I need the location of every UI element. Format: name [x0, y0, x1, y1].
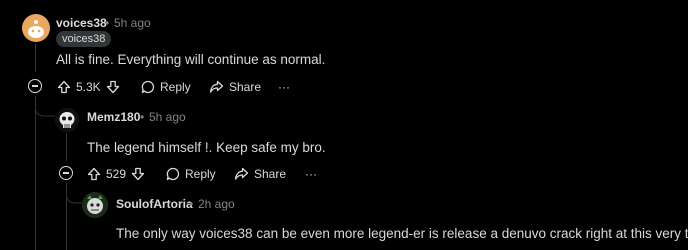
comment-timestamp[interactable]: 5h ago: [114, 16, 151, 30]
share-arrow-icon: [209, 80, 224, 94]
comment-bubble-icon: [166, 167, 180, 181]
comment-timestamp[interactable]: 5h ago: [149, 110, 186, 124]
avatar[interactable]: [82, 192, 108, 218]
reply-button[interactable]: Reply: [166, 164, 216, 184]
thread-line-2: [66, 133, 67, 161]
comment-body: The only way voices38 can be even more l…: [116, 226, 688, 241]
upvote-icon[interactable]: [87, 167, 101, 181]
thread-line-1: [35, 44, 36, 72]
vote-bar: 529: [87, 164, 145, 184]
share-button[interactable]: Share: [209, 77, 261, 97]
share-arrow-icon: [234, 167, 249, 181]
collapse-thread-button[interactable]: [28, 79, 42, 93]
comment-author[interactable]: voices38: [56, 16, 107, 30]
character-avatar-icon: [82, 192, 108, 218]
thread-connector-1: [35, 96, 55, 117]
comment-body: The legend himself !. Keep safe my bro.: [87, 140, 326, 155]
share-button[interactable]: Share: [234, 164, 286, 184]
reply-label: Reply: [185, 167, 216, 181]
snoo-avatar-icon: [28, 20, 44, 38]
downvote-icon[interactable]: [131, 167, 145, 181]
avatar[interactable]: [55, 108, 79, 132]
share-label: Share: [229, 80, 262, 94]
separator-dot: •: [140, 110, 145, 124]
avatar[interactable]: [22, 14, 50, 42]
comment-author[interactable]: Memz180: [87, 110, 140, 124]
more-options-button[interactable]: ···: [278, 77, 290, 97]
comment-body: All is fine. Everything will continue as…: [56, 52, 326, 67]
vote-bar: 5.3K: [57, 77, 120, 97]
downvote-icon[interactable]: [106, 80, 120, 94]
vote-count: 529: [106, 167, 127, 181]
upvote-icon[interactable]: [57, 80, 71, 94]
comment-bubble-icon: [141, 80, 155, 94]
user-flair: voices38: [56, 31, 112, 47]
skull-avatar-icon: [55, 108, 79, 132]
comment-author[interactable]: SoulofArtoria: [116, 197, 193, 211]
vote-count: 5.3K: [76, 80, 101, 94]
separator-dot: •: [189, 197, 194, 211]
collapse-thread-button[interactable]: [59, 166, 73, 180]
separator-dot: •: [105, 16, 110, 30]
reply-label: Reply: [160, 80, 191, 94]
more-options-button[interactable]: ···: [305, 164, 317, 184]
reply-button[interactable]: Reply: [141, 77, 191, 97]
comment-timestamp[interactable]: 2h ago: [198, 197, 235, 211]
share-label: Share: [254, 167, 287, 181]
